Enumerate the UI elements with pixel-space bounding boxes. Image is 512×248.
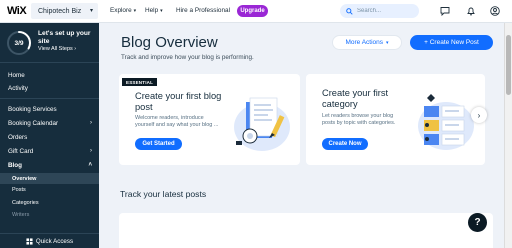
sidebar-subitem-posts[interactable]: Posts [12, 187, 26, 193]
create-new-post-button[interactable]: + Create New Post [410, 35, 493, 50]
sidebar-subitem-overview[interactable]: Overview [0, 173, 99, 184]
chevron-down-icon: ▾ [89, 8, 93, 14]
create-first-post-card: ESSENTIAL Create your first blog post We… [119, 74, 300, 165]
progress-arc [7, 31, 31, 55]
get-started-button[interactable]: Get Started [135, 138, 182, 150]
card-title: Create your first category [322, 88, 389, 109]
page-subtitle: Track and improve how your blog is perfo… [121, 54, 254, 61]
card-description: Let readers browse your blog posts by to… [322, 113, 396, 126]
create-now-button[interactable]: Create Now [322, 138, 368, 150]
sidebar-item-booking-calendar[interactable]: Booking Calendar › [8, 120, 93, 127]
view-steps-label: View All Steps [38, 46, 73, 52]
chevron-right-icon: › [90, 120, 92, 126]
nav-help[interactable]: Help ▾ [145, 7, 163, 14]
main-content: Blog Overview Track and improve how your… [99, 23, 512, 248]
view-all-steps-link[interactable]: View All Steps › [38, 46, 76, 52]
nav-help-label: Help [145, 7, 159, 14]
more-actions-button[interactable]: More Actions ▾ [332, 35, 402, 50]
scrollbar[interactable] [504, 23, 512, 248]
sidebar-subitem-categories[interactable]: Categories [12, 200, 39, 206]
sidebar-item-label: Booking Calendar [8, 120, 59, 127]
quick-access-label: Quick Access [35, 237, 74, 245]
site-selector[interactable]: Chipotech Biz ▾ [31, 3, 98, 19]
blog-post-illustration [234, 97, 290, 151]
page-title: Blog Overview [121, 34, 218, 51]
site-name: Chipotech Biz [38, 7, 82, 15]
upgrade-button[interactable]: Upgrade [237, 5, 268, 17]
section-title: Track your latest posts [120, 189, 207, 199]
setup-title: Let's set up your site [38, 30, 91, 45]
nav-hire-professional[interactable]: Hire a Professional [176, 7, 230, 14]
sidebar-item-activity[interactable]: Activity [8, 85, 93, 92]
sidebar-item-orders[interactable]: Orders [8, 134, 93, 141]
bell-icon[interactable] [466, 6, 476, 16]
avatar-icon[interactable] [490, 6, 500, 16]
chevron-right-icon: › [477, 110, 481, 120]
sidebar-item-gift-card[interactable]: Gift Card › [8, 148, 93, 155]
top-bar: WiX Chipotech Biz ▾ Explore ▾ Help ▾ Hire … [0, 0, 512, 23]
search-box[interactable] [340, 4, 419, 18]
essential-badge: ESSENTIAL [122, 78, 158, 86]
chevron-down-icon: ▾ [160, 8, 163, 14]
sidebar-item-label: Blog [8, 162, 22, 169]
setup-progress-panel[interactable]: 3/9 Let's set up your site View All Step… [0, 23, 99, 63]
chevron-up-icon: ˄ [88, 162, 92, 168]
create-first-category-card: Create your first category Let readers b… [306, 74, 485, 165]
nav-explore[interactable]: Explore ▾ [110, 7, 136, 14]
nav-explore-label: Explore [110, 7, 132, 14]
sidebar-item-home[interactable]: Home [8, 72, 93, 79]
help-button[interactable]: ? [468, 213, 487, 232]
sidebar-item-blog[interactable]: Blog ˄ [8, 162, 93, 169]
chevron-down-icon: ▾ [133, 8, 137, 14]
wix-logo[interactable]: WiX [0, 5, 28, 17]
sidebar: 3/9 Let's set up your site View All Step… [0, 23, 99, 248]
chat-icon[interactable] [440, 6, 450, 16]
chevron-right-icon: › [90, 148, 92, 154]
search-input[interactable] [357, 8, 417, 14]
quick-access-button[interactable]: Quick Access [0, 233, 99, 248]
grid-icon [26, 237, 33, 245]
more-actions-label: More Actions [345, 39, 384, 46]
card-description: Welcome readers, introduce yourself and … [135, 115, 219, 128]
chevron-down-icon: ▾ [386, 39, 389, 46]
sidebar-subitem-writers[interactable]: Writers [12, 212, 29, 218]
search-icon [346, 7, 353, 15]
chevron-right-icon: › [74, 46, 77, 52]
sidebar-item-booking-services[interactable]: Booking Services [8, 106, 93, 113]
latest-posts-panel [119, 213, 493, 248]
carousel-next-button[interactable]: › [471, 107, 487, 123]
sidebar-divider [0, 98, 99, 99]
scrollbar-thumb[interactable] [506, 35, 511, 95]
category-illustration [418, 94, 474, 150]
card-title: Create your first blog post [135, 91, 222, 112]
sidebar-item-label: Gift Card [8, 148, 34, 155]
